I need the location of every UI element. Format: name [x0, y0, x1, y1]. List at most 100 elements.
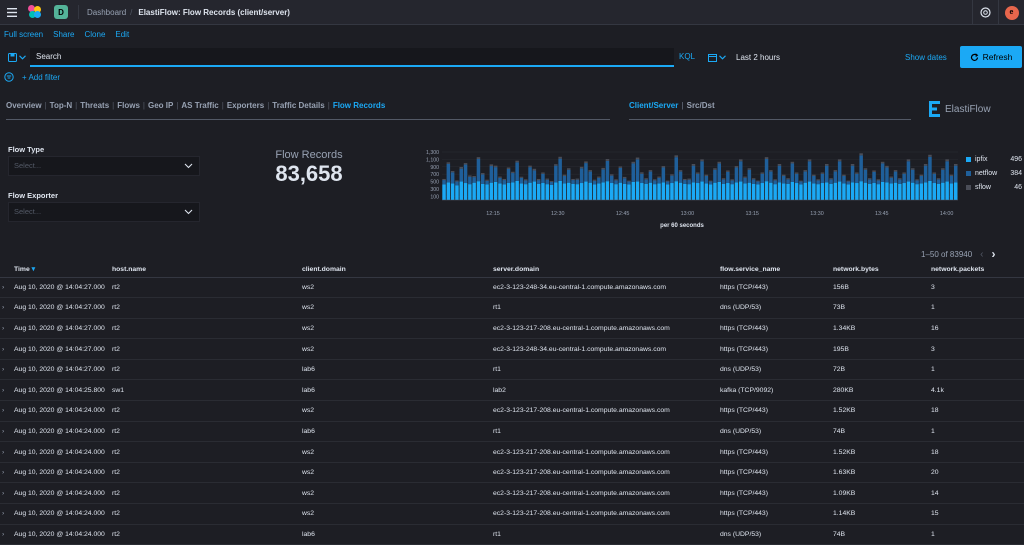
- cell-network-packets: 1: [931, 359, 1024, 381]
- table-row[interactable]: › Aug 10, 2020 @ 14:04:24.000 rt2 ws2 ec2-3-…: [0, 462, 1024, 484]
- bar-netflow: [829, 179, 833, 184]
- column-header-server-domain[interactable]: server.domain: [493, 262, 720, 278]
- tab-traffic-details[interactable]: Traffic Details: [272, 101, 324, 110]
- bar-sflow: [472, 176, 476, 178]
- column-header-network-bytes[interactable]: network.bytes: [833, 262, 931, 278]
- bar-sflow: [919, 174, 924, 176]
- tab-src-dst[interactable]: Src/Dst: [687, 101, 715, 110]
- bar-netflow: [683, 180, 687, 184]
- expand-row-icon[interactable]: ›: [0, 400, 14, 422]
- saved-query-button[interactable]: [4, 48, 30, 66]
- table-row[interactable]: › Aug 10, 2020 @ 14:04:24.000 rt2 ws2 ec2-3-…: [0, 441, 1024, 463]
- table-row[interactable]: › Aug 10, 2020 @ 14:04:24.000 rt2 lab6 rt1 dn…: [0, 421, 1024, 443]
- table-row[interactable]: › Aug 10, 2020 @ 14:04:27.000 rt2 ws2 ec2-3-…: [0, 318, 1024, 340]
- table-row[interactable]: › Aug 10, 2020 @ 14:04:24.000 rt2 ws2 ec2-3-…: [0, 400, 1024, 422]
- table-row[interactable]: › Aug 10, 2020 @ 14:04:24.000 rt2 lab6 rt1 dn…: [0, 524, 1024, 545]
- expand-row-icon[interactable]: ›: [0, 338, 14, 360]
- tab-top-n[interactable]: Top-N: [50, 101, 73, 110]
- bar-sflow: [575, 178, 580, 180]
- tab-flow-records[interactable]: Flow Records: [333, 101, 385, 110]
- tab-as-traffic[interactable]: AS Traffic: [181, 101, 218, 110]
- expand-row-icon[interactable]: ›: [0, 359, 14, 381]
- cell-time: Aug 10, 2020 @ 14:04:25.800: [14, 379, 112, 402]
- flow-records-histogram: 100300500 700900 1,1001,300 12:15 12:30 12:45…: [426, 150, 958, 229]
- clone-link[interactable]: Clone: [84, 30, 105, 39]
- user-menu[interactable]: e: [998, 0, 1024, 25]
- column-header-network-packets[interactable]: network.packets: [931, 262, 1024, 278]
- space-avatar[interactable]: D: [54, 5, 68, 19]
- legend-item[interactable]: ipfix 496: [966, 152, 1022, 166]
- cell-server-domain: ec2-3-123-217-208.eu-central-1.compute.a…: [493, 503, 720, 525]
- breadcrumb-current: ElastiFlow: Flow Records (client/server): [138, 7, 290, 17]
- expand-row-icon[interactable]: ›: [0, 441, 14, 463]
- bar-ipfix: [906, 181, 911, 200]
- expand-row-icon[interactable]: ›: [0, 462, 14, 484]
- bar-ipfix: [923, 182, 928, 200]
- expand-row-icon[interactable]: ›: [0, 318, 14, 340]
- cell-network-bytes: 280KB: [833, 379, 931, 402]
- help-icon[interactable]: [972, 0, 998, 25]
- tab-exporters[interactable]: Exporters: [227, 101, 264, 110]
- chevron-left-icon[interactable]: ‹: [980, 249, 983, 260]
- column-header-host-name[interactable]: host.name: [112, 262, 302, 278]
- tab-client-server[interactable]: Client/Server: [629, 101, 678, 110]
- table-row[interactable]: › Aug 10, 2020 @ 14:04:27.000 rt2 ws2 ec2-3-…: [0, 338, 1024, 360]
- tab-overview[interactable]: Overview: [6, 101, 42, 110]
- flow-type-select[interactable]: Select...: [8, 156, 200, 176]
- table-row[interactable]: › Aug 10, 2020 @ 14:04:27.000 rt2 lab6 rt1 dn…: [0, 359, 1024, 381]
- expand-row-icon[interactable]: ›: [0, 277, 14, 299]
- bar-ipfix: [833, 182, 838, 200]
- share-link[interactable]: Share: [53, 30, 74, 39]
- show-dates-link[interactable]: Show dates: [905, 53, 947, 62]
- view-tabs: Client/Server | Src/Dst: [629, 101, 715, 110]
- column-header-service-name[interactable]: flow.service_name: [720, 262, 833, 278]
- table-row[interactable]: › Aug 10, 2020 @ 14:04:27.000 rt2 ws2 ec2-3-…: [0, 277, 1024, 299]
- legend-item[interactable]: sflow 46: [966, 180, 1022, 194]
- tab-threats[interactable]: Threats: [80, 101, 109, 110]
- kibana-logo-icon[interactable]: [28, 5, 42, 19]
- full-screen-link[interactable]: Full screen: [4, 30, 43, 39]
- bar-netflow: [627, 181, 631, 185]
- cell-service-name: https (TCP/443): [720, 482, 833, 505]
- bar-ipfix: [648, 182, 653, 200]
- bar-ipfix: [850, 182, 855, 200]
- bar-netflow: [769, 171, 773, 183]
- tab-geo-ip[interactable]: Geo IP: [148, 101, 173, 110]
- flow-type-placeholder: Select...: [14, 161, 42, 170]
- expand-row-icon[interactable]: ›: [0, 503, 14, 525]
- bar-sflow: [812, 174, 816, 176]
- bar-netflow: [923, 165, 928, 183]
- table-row[interactable]: › Aug 10, 2020 @ 14:04:24.000 rt2 ws2 ec2-3-…: [0, 482, 1024, 505]
- expand-row-icon[interactable]: ›: [0, 524, 14, 545]
- expand-row-icon[interactable]: ›: [0, 482, 14, 505]
- table-row[interactable]: › Aug 10, 2020 @ 14:04:27.000 rt2 ws2 rt1 dns…: [0, 297, 1024, 319]
- breadcrumb-dashboard[interactable]: Dashboard: [87, 8, 126, 17]
- column-header-time[interactable]: Time ▾: [14, 262, 112, 278]
- legend-item[interactable]: netflow 384: [966, 166, 1022, 180]
- elastiflow-brand-text: ElastiFlow: [945, 103, 991, 115]
- bar-ipfix: [889, 183, 893, 200]
- table-row[interactable]: › Aug 10, 2020 @ 14:04:24.000 rt2 ws2 ec2-3-…: [0, 503, 1024, 525]
- chevron-right-icon[interactable]: ›: [992, 247, 996, 261]
- expand-row-icon[interactable]: ›: [0, 297, 14, 319]
- expand-row-icon[interactable]: ›: [0, 379, 14, 402]
- bar-sflow: [653, 179, 657, 181]
- refresh-button[interactable]: Refresh: [960, 46, 1022, 68]
- tab-flows[interactable]: Flows: [117, 101, 140, 110]
- expand-row-icon[interactable]: ›: [0, 421, 14, 443]
- date-quick-menu-button[interactable]: [704, 48, 730, 66]
- time-range-text[interactable]: Last 2 hours: [736, 53, 780, 62]
- bar-sflow: [511, 171, 515, 174]
- menu-icon[interactable]: [2, 2, 22, 22]
- filter-options-icon[interactable]: [4, 72, 14, 82]
- column-header-client-domain[interactable]: client.domain: [302, 262, 493, 278]
- x-tick-label: 12:15: [486, 211, 500, 217]
- search-input[interactable]: Search: [30, 48, 674, 67]
- flow-exporter-select[interactable]: Select...: [8, 202, 200, 222]
- table-row[interactable]: › Aug 10, 2020 @ 14:04:25.800 sw1 lab6 lab2 k…: [0, 379, 1024, 402]
- kql-toggle[interactable]: KQL: [679, 52, 695, 61]
- edit-link[interactable]: Edit: [115, 30, 129, 39]
- add-filter-link[interactable]: + Add filter: [22, 73, 60, 82]
- avatar[interactable]: e: [1004, 5, 1019, 20]
- bar-netflow: [614, 180, 618, 185]
